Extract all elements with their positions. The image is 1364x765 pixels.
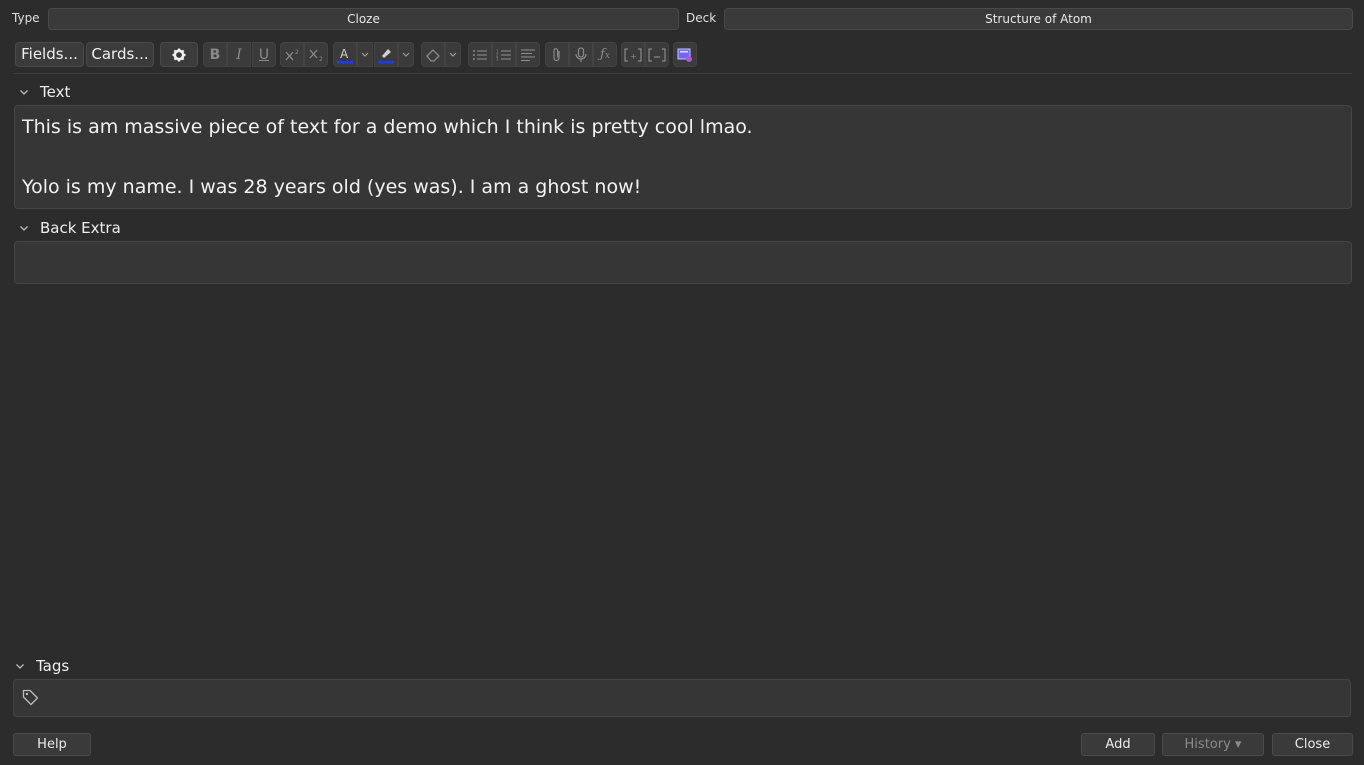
deck-selector[interactable]: Structure of Atom: [724, 8, 1353, 30]
cloze-icon: +: [624, 47, 642, 62]
bullet-list-button[interactable]: [468, 42, 492, 67]
text-field-line-3: Yolo is my name. I was 28 years old (yes…: [22, 176, 642, 198]
cloze-button[interactable]: +: [621, 42, 645, 67]
tags-label: Tags: [36, 657, 70, 675]
fields-button[interactable]: Fields...: [15, 42, 84, 67]
back-extra-field-editor[interactable]: [14, 241, 1352, 284]
svg-text:A: A: [340, 47, 349, 61]
chevron-down-icon[interactable]: [14, 660, 26, 672]
chevron-down-icon[interactable]: [18, 86, 30, 98]
html-editor-button[interactable]: [673, 42, 697, 67]
field-label-text: Text: [40, 83, 71, 101]
attach-button[interactable]: [545, 42, 569, 67]
bullet-list-icon: [473, 49, 487, 60]
toolbar-divider: [13, 73, 1352, 74]
deck-label: Deck: [686, 11, 717, 25]
italic-button[interactable]: I: [227, 42, 251, 67]
svg-text:+: +: [630, 52, 637, 61]
eraser-button[interactable]: [421, 42, 445, 67]
editor-toolbar: Fields... Cards... B I U 2 2 A 1 2 3 ƒx …: [0, 42, 1364, 68]
add-button[interactable]: Add: [1081, 733, 1155, 756]
record-audio-button[interactable]: [569, 42, 593, 67]
eraser-dropdown[interactable]: [445, 42, 461, 67]
note-type-deck-bar: Type Cloze Deck Structure of Atom: [0, 0, 1364, 36]
numbered-list-icon: 123: [496, 48, 511, 61]
text-field-editor[interactable]: This is am massive piece of text for a d…: [14, 105, 1352, 209]
svg-text:2: 2: [319, 56, 323, 62]
history-button[interactable]: History ▾: [1162, 733, 1264, 756]
underline-button[interactable]: U: [252, 42, 276, 67]
align-icon: [521, 48, 535, 61]
chevron-down-icon: [449, 52, 457, 57]
text-color-button[interactable]: A: [333, 42, 357, 67]
chevron-down-icon: [361, 52, 369, 57]
gear-button[interactable]: [160, 42, 198, 67]
text-color-icon: A: [337, 47, 353, 63]
superscript-button[interactable]: 2: [280, 42, 304, 67]
tags-header[interactable]: Tags: [14, 656, 69, 676]
underline-icon: U: [258, 46, 270, 63]
tag-icon: [22, 689, 39, 710]
eraser-icon: [426, 48, 440, 62]
subscript-icon: 2: [309, 49, 323, 62]
gear-icon: [172, 48, 186, 61]
text-field-line-1: This is am massive piece of text for a d…: [22, 116, 753, 138]
subscript-button[interactable]: 2: [304, 42, 328, 67]
html-editor-icon: [677, 48, 692, 62]
svg-text:3: 3: [496, 56, 499, 61]
cloze-same-icon: [648, 47, 666, 62]
field-header-back-extra[interactable]: Back Extra: [18, 218, 121, 238]
cards-button[interactable]: Cards...: [86, 42, 154, 67]
type-label: Type: [12, 11, 40, 25]
bold-button[interactable]: B: [203, 42, 227, 67]
highlight-dropdown[interactable]: [398, 42, 414, 67]
highlight-button[interactable]: [374, 42, 398, 67]
math-fx-icon: ƒx: [600, 47, 610, 62]
bold-icon: B: [209, 46, 221, 63]
align-button[interactable]: [516, 42, 540, 67]
tags-editor[interactable]: [13, 679, 1351, 717]
numbered-list-button[interactable]: 123: [492, 42, 516, 67]
highlight-icon: [378, 48, 394, 63]
math-button[interactable]: ƒx: [593, 42, 617, 67]
cloze-same-button[interactable]: [645, 42, 669, 67]
attach-icon: [553, 47, 560, 61]
note-type-selector[interactable]: Cloze: [48, 8, 679, 30]
chevron-down-icon[interactable]: [18, 222, 30, 234]
field-label-back-extra: Back Extra: [40, 219, 121, 237]
chevron-down-icon: [402, 52, 410, 57]
svg-text:2: 2: [295, 49, 299, 56]
superscript-icon: 2: [285, 49, 299, 60]
microphone-icon: [575, 46, 587, 62]
text-color-dropdown[interactable]: [357, 42, 373, 67]
field-header-text[interactable]: Text: [18, 82, 70, 102]
italic-icon: I: [236, 46, 242, 63]
close-button[interactable]: Close: [1272, 733, 1353, 756]
help-button[interactable]: Help: [13, 733, 91, 756]
